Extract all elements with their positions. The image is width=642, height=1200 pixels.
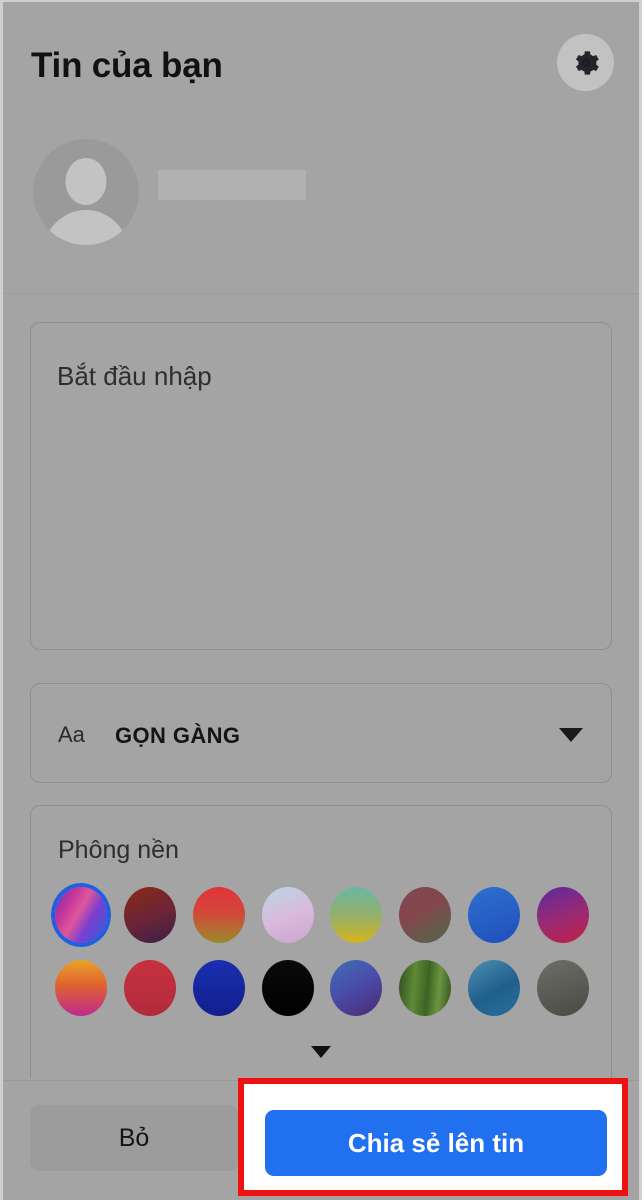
story-composer-screen: Tin của bạn Bắt đầu nhập Aa GỌN GÀNG Phô… [0, 0, 642, 1200]
swatch-pink-blue-swirl[interactable] [49, 881, 113, 949]
discard-button[interactable]: Bỏ [30, 1105, 238, 1171]
username-redacted [158, 170, 306, 200]
swatch-mauve-green[interactable] [399, 887, 452, 943]
swatch-deep-blue[interactable] [192, 960, 245, 1016]
swatch-dark-gray[interactable] [536, 960, 589, 1016]
swatch-orange-magenta[interactable] [55, 960, 107, 1016]
swatch-dark-red-purple[interactable] [123, 887, 176, 943]
text-style-aa-label: Aa [58, 722, 85, 747]
background-panel: Phông nền [30, 805, 612, 1078]
swatch-green-texture[interactable] [399, 960, 452, 1016]
swatch-teal-yellow[interactable] [330, 887, 383, 943]
avatar-body-shape [44, 210, 128, 245]
swatch-crimson[interactable] [123, 960, 176, 1016]
swatch-black[interactable] [261, 960, 314, 1016]
text-style-selector[interactable]: Aa GỌN GÀNG [30, 683, 612, 783]
story-text-placeholder: Bắt đầu nhập [57, 361, 212, 391]
avatar[interactable] [33, 139, 139, 245]
story-text-input[interactable]: Bắt đầu nhập [30, 322, 612, 650]
gear-icon [571, 48, 601, 78]
avatar-head-shape [65, 158, 107, 205]
settings-button[interactable] [557, 34, 614, 91]
share-button-highlight-annotation: Chia sẻ lên tin [238, 1078, 628, 1196]
header: Tin của bạn [3, 2, 639, 293]
swatch-lavender-teal[interactable] [261, 887, 314, 943]
background-swatch-row-2 [55, 960, 589, 1016]
background-swatch-row-1 [49, 881, 589, 949]
swatch-blue-purple[interactable] [330, 960, 383, 1016]
swatch-blue[interactable] [468, 887, 521, 943]
text-style-value: GỌN GÀNG [115, 723, 241, 748]
share-to-story-button[interactable]: Chia sẻ lên tin [265, 1110, 607, 1176]
chevron-down-icon[interactable] [559, 728, 583, 742]
swatch-red-olive[interactable] [192, 887, 245, 943]
header-divider [3, 293, 639, 294]
background-expand-chevron-down-icon[interactable] [311, 1046, 331, 1058]
page-title: Tin của bạn [31, 46, 223, 85]
swatch-purple-crimson[interactable] [536, 887, 589, 943]
background-panel-title: Phông nền [58, 836, 179, 864]
swatch-teal-blue[interactable] [468, 960, 521, 1016]
